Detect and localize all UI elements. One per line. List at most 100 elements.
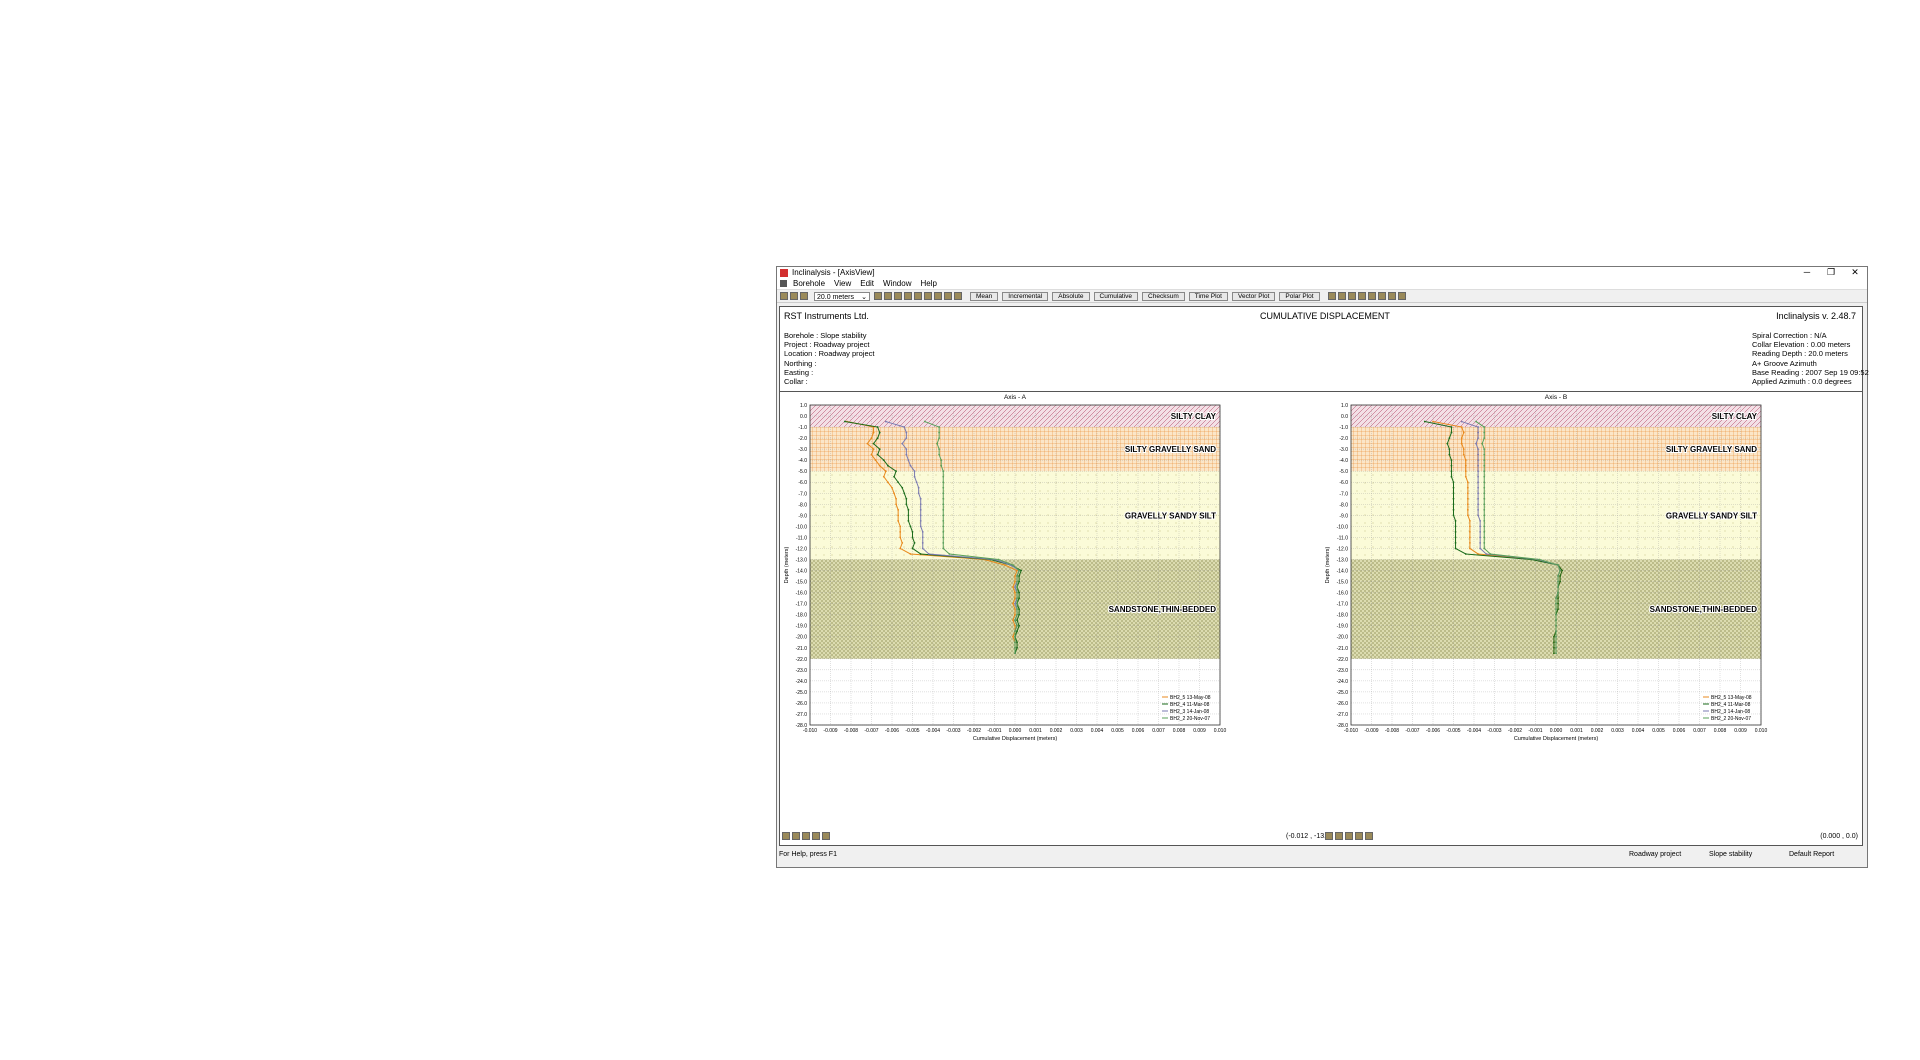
data-point [919,519,922,522]
copy-icon[interactable] [812,832,820,840]
y-tick-label: -13.0 [1337,557,1349,563]
image-icon[interactable] [1365,832,1373,840]
checksum-button[interactable]: Checksum [1142,291,1185,301]
info-icon[interactable] [914,292,922,300]
data-point [1477,459,1479,462]
data-point [1477,514,1479,517]
plus-icon[interactable] [1325,832,1333,840]
export-icon[interactable] [944,292,952,300]
new-icon[interactable] [780,292,788,300]
incremental-button[interactable]: Incremental [1002,291,1049,301]
data-point [899,536,902,539]
data-point [1479,519,1482,522]
zoom-icon[interactable] [1345,832,1353,840]
scale-icon[interactable] [1347,292,1356,300]
data-point [1016,586,1018,588]
layers-icon[interactable] [1327,292,1336,300]
polar-plot-button[interactable]: Polar Plot [1279,291,1320,301]
x-tick-label: 0.009 [1734,728,1747,734]
document-icon[interactable] [780,280,787,287]
menu-window[interactable]: Window [883,279,911,288]
menu-borehole[interactable]: Borehole [793,279,825,288]
help-icon[interactable] [904,292,912,300]
y-tick-label: -10.0 [1337,524,1349,530]
open-icon[interactable] [790,292,798,300]
data-point [884,420,887,423]
chart-icon[interactable] [934,292,942,300]
data-point [936,442,938,445]
cumulative-button[interactable]: Cumulative [1093,291,1139,301]
x-tick-label: 0.004 [1632,728,1645,734]
x-tick-label: -0.009 [1364,728,1378,734]
zoom-tools-a [782,832,832,840]
data-point [1446,442,1449,445]
y-tick-label: -1.0 [798,425,807,431]
y-tick-label: -22.0 [796,657,808,663]
x-tick-label: -0.002 [1508,728,1522,734]
print-icon[interactable] [874,292,882,300]
settings-icon[interactable] [954,292,962,300]
x-tick-label: -0.006 [885,728,899,734]
copy-icon[interactable] [1355,832,1363,840]
hatch-icon[interactable] [1337,292,1346,300]
y-tick-label: -2.0 [798,436,807,442]
data-point [1555,602,1557,605]
vector-plot-button[interactable]: Vector Plot [1231,291,1276,301]
data-point [1479,525,1482,528]
report-icon[interactable] [924,292,932,300]
flag-icon[interactable] [1367,292,1376,300]
data-point [870,453,873,456]
home-icon[interactable] [792,832,800,840]
menu-help[interactable]: Help [920,279,936,288]
data-point [905,453,908,456]
title-bar[interactable]: Inclinalysis - [AxisView] ─ ❐ ✕ [777,267,1867,278]
info-line: Collar Elevation : 0.00 meters [1752,340,1851,350]
data-point [913,470,916,473]
minimize-button[interactable]: ─ [1795,267,1819,278]
table-icon[interactable] [1357,292,1366,300]
data-point [905,497,908,500]
data-point [1555,646,1557,649]
restore-button[interactable]: ❐ [1819,267,1843,278]
data-point [1012,619,1014,622]
data-point [1489,553,1492,555]
depth-select[interactable]: 20.0 meters ⌄ [814,291,870,301]
mean-button[interactable]: Mean [970,291,999,301]
pin-icon[interactable] [884,292,892,300]
version-label: Inclinalysis v. 2.48.7 [1776,311,1856,321]
data-point [1466,508,1469,511]
data-point [1020,569,1023,572]
home-icon[interactable] [1335,832,1343,840]
zoom-icon[interactable] [802,832,810,840]
data-point [913,475,916,478]
y-tick-label: -16.0 [1337,591,1349,597]
folder-icon[interactable] [1377,292,1386,300]
x-tick-label: 0.010 [1755,728,1768,734]
data-point [942,470,945,473]
plus-icon[interactable] [782,832,790,840]
window-title: Inclinalysis - [AxisView] [792,268,875,277]
x-tick-label: 0.002 [1050,728,1063,734]
menu-edit[interactable]: Edit [860,279,874,288]
time-plot-button[interactable]: Time Plot [1188,291,1228,301]
data-point [1553,646,1555,649]
close-button[interactable]: ✕ [1843,267,1867,278]
data-point [1555,624,1557,627]
x-tick-label: 0.005 [1111,728,1124,734]
menu-view[interactable]: View [834,279,851,288]
status-help: For Help, press F1 [779,851,837,858]
data-point [1460,437,1463,440]
x-tick-label: -0.006 [1426,728,1440,734]
data-point [905,448,908,451]
data-point [905,431,908,434]
calc-icon[interactable] [1397,292,1406,300]
key-icon[interactable] [894,292,902,300]
save-icon[interactable] [800,292,808,300]
info-line: Applied Azimuth : 0.0 degrees [1752,377,1852,387]
data-point [1014,619,1016,622]
reading-info: Spiral Correction : N/A Collar Elevation… [1752,331,1869,386]
image-icon[interactable] [822,832,830,840]
data-point [893,475,895,478]
absolute-button[interactable]: Absolute [1052,291,1090,301]
folder-open-icon[interactable] [1387,292,1396,300]
